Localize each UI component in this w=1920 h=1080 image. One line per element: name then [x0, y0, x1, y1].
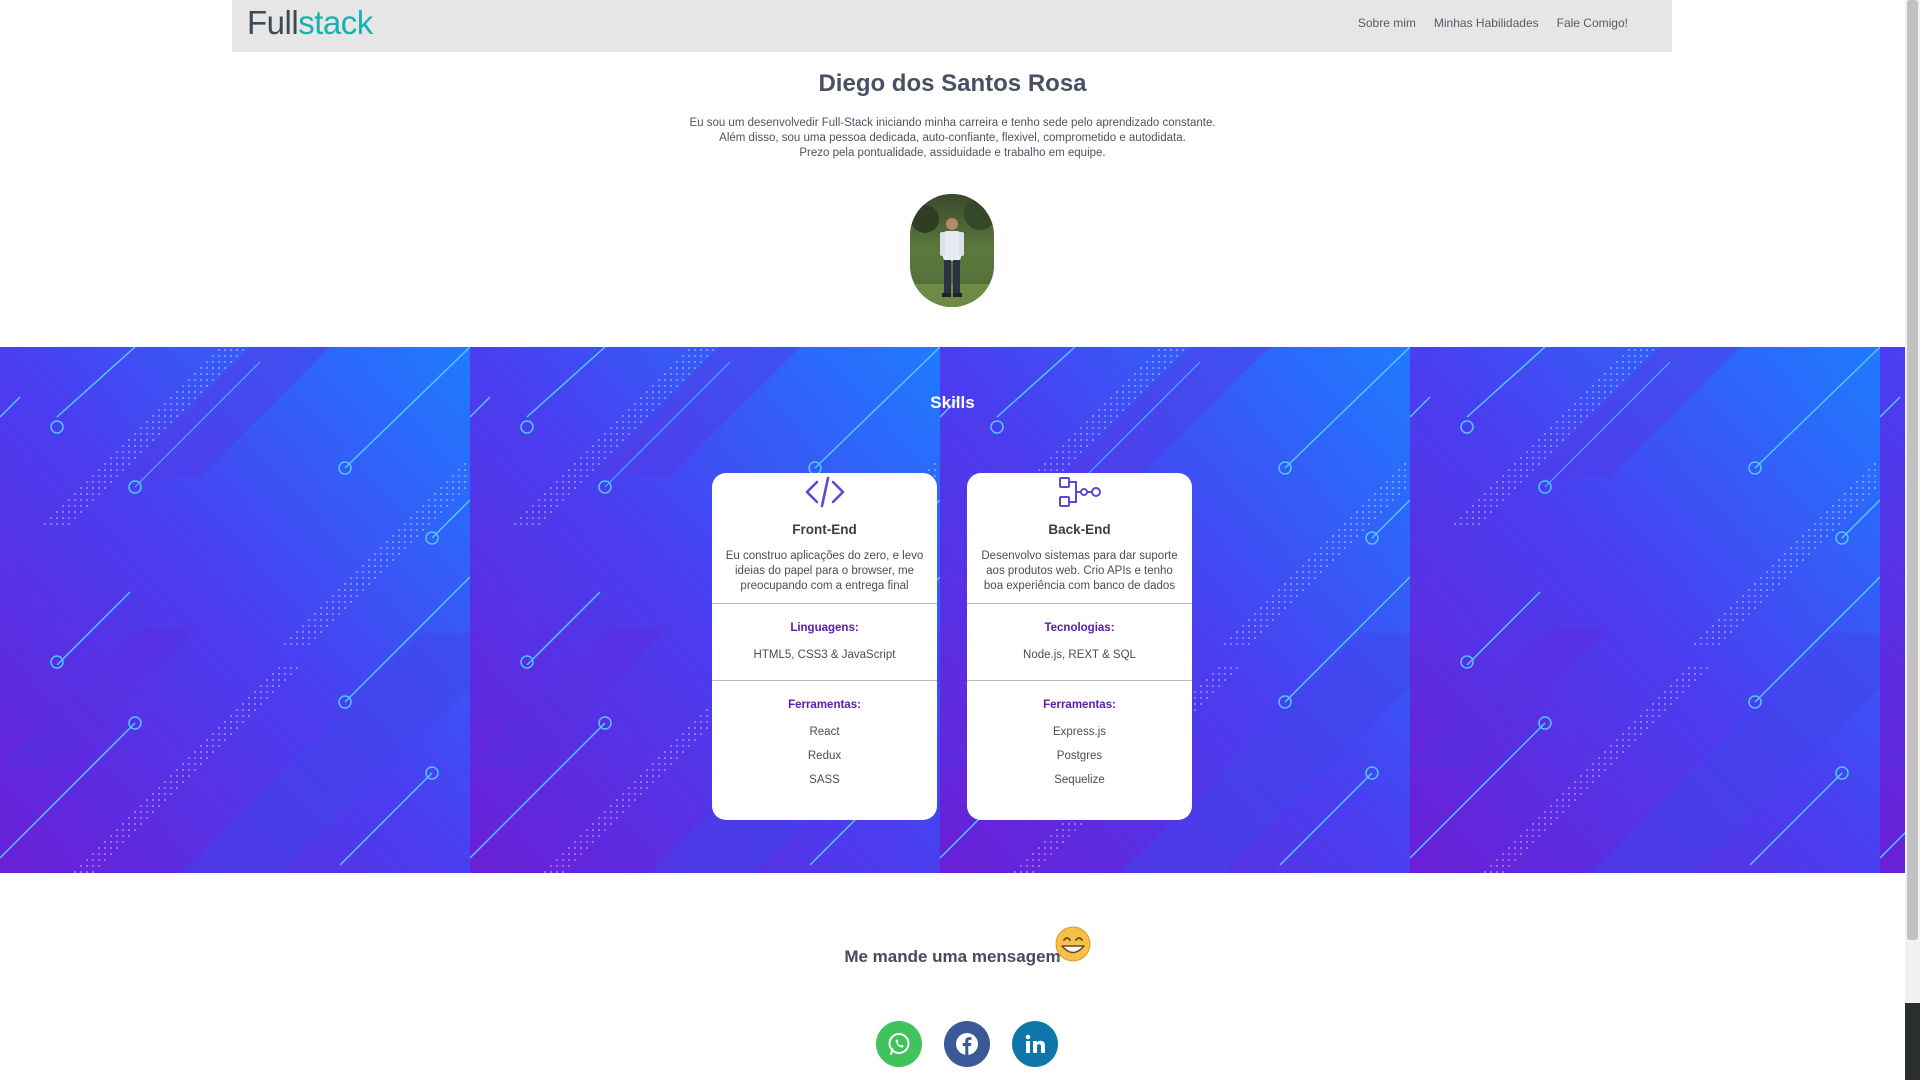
section-title: Ferramentas: — [788, 699, 861, 711]
skills-background — [0, 347, 1905, 873]
tool-item: SASS — [809, 774, 840, 786]
nav-link-sobre-mim[interactable]: Sobre mim — [1358, 16, 1416, 30]
logo-full: Full — [247, 4, 299, 41]
card-section-tools: Ferramentas: Express.js Postgres Sequeli… — [967, 680, 1192, 786]
flow-nodes-icon — [967, 473, 1192, 515]
contact-title: Me mande uma mensagem — [844, 947, 1061, 966]
card-title: Front-End — [792, 522, 857, 537]
section-title: Tecnologias: — [1044, 622, 1115, 634]
code-icon — [712, 473, 937, 515]
bio-line: Prezo pela pontualidade, assiduidade e t… — [799, 147, 1106, 159]
tool-item: Postgres — [1056, 750, 1103, 762]
nav-link-fale-comigo[interactable]: Fale Comigo! — [1557, 16, 1628, 30]
hero-name: Diego dos Santos Rosa — [818, 70, 1087, 97]
backend-card: Back-End Desenvolvo sistemas para dar su… — [967, 473, 1192, 820]
facebook-icon[interactable] — [944, 1021, 990, 1067]
card-title: Back-End — [1048, 522, 1111, 537]
vertical-scrollbar[interactable] — [1905, 0, 1920, 1080]
frontend-card: Front-End Eu construo aplicações do zero… — [712, 473, 937, 820]
section-title: Ferramentas: — [1043, 699, 1116, 711]
social-links — [876, 1021, 1058, 1067]
bio-line: Além disso, sou uma pessoa dedicada, aut… — [719, 132, 1186, 144]
scrollbar-region — [1905, 1003, 1920, 1080]
tool-item: React — [809, 726, 840, 738]
scrollbar-thumb[interactable] — [1907, 0, 1918, 940]
skills-title: Skills — [930, 393, 975, 412]
linkedin-icon[interactable] — [1012, 1021, 1058, 1067]
bio-line: Eu sou um desenvolvedir Full-Stack inici… — [689, 117, 1216, 129]
card-section-technologies: Tecnologias: Node.js, REXT & SQL — [967, 603, 1192, 680]
card-section-languages: Linguagens: HTML5, CSS3 & JavaScript — [712, 603, 937, 680]
tool-item: Express.js — [1052, 726, 1107, 738]
card-section-tools: Ferramentas: React Redux SASS — [712, 680, 937, 786]
skills-section: Skills Front-End Eu construo aplicações … — [0, 347, 1905, 873]
tool-item: Sequelize — [1054, 774, 1105, 786]
whatsapp-icon[interactable] — [876, 1021, 922, 1067]
logo-stack: stack — [298, 4, 373, 41]
nav-link-habilidades[interactable]: Minhas Habilidades — [1434, 16, 1539, 30]
logo[interactable]: Fullstack — [247, 4, 373, 42]
tool-item: Redux — [807, 750, 842, 762]
section-title: Linguagens: — [790, 622, 859, 634]
card-description: Desenvolvo sistemas para dar suporte aos… — [981, 550, 1178, 592]
nav-links: Sobre mim Minhas Habilidades Fale Comigo… — [1358, 16, 1628, 30]
navbar: Fullstack Sobre mim Minhas Habilidades F… — [232, 0, 1672, 52]
avatar-photo — [910, 194, 994, 307]
section-text: HTML5, CSS3 & JavaScript — [753, 649, 896, 661]
hero-bio: Eu sou um desenvolvedir Full-Stack inici… — [0, 116, 1905, 161]
section-text: Node.js, REXT & SQL — [1023, 649, 1136, 661]
grinning-face-icon — [1053, 925, 1093, 970]
card-description: Eu construo aplicações do zero, e levo i… — [725, 550, 924, 592]
avatar — [910, 194, 994, 307]
